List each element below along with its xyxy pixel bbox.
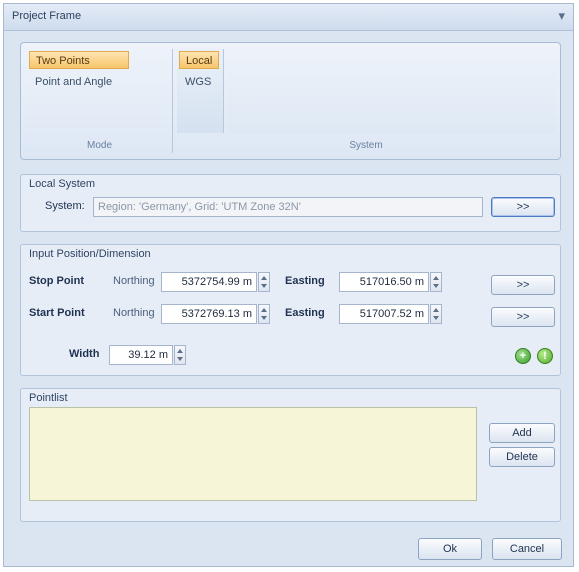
local-system-title: Local System	[29, 178, 96, 190]
info-icon[interactable]: !	[537, 348, 553, 364]
add-point-icon[interactable]: +	[515, 348, 531, 364]
stop-point-browse-button[interactable]: >>	[491, 275, 555, 295]
window-title: Project Frame	[12, 10, 82, 22]
input-position-title: Input Position/Dimension	[29, 248, 151, 260]
mode-two-points[interactable]: Two Points	[29, 51, 129, 69]
start-easting-input[interactable]: 517007.52 m	[339, 304, 429, 324]
start-northing-input[interactable]: 5372769.13 m	[161, 304, 257, 324]
title-bar: Project Frame ▾	[4, 4, 573, 31]
system-browse-button[interactable]: >>	[491, 197, 555, 217]
project-frame-window: Project Frame ▾ Two Points Point and Ang…	[3, 3, 574, 567]
system-area	[227, 49, 555, 133]
window-menu-icon[interactable]: ▾	[558, 8, 565, 24]
start-easting-spinner[interactable]	[430, 304, 442, 324]
start-easting-label: Easting	[285, 307, 325, 319]
system-group: Local WGS System	[177, 49, 555, 153]
system-field[interactable]: Region: 'Germany', Grid: 'UTM Zone 32N'	[93, 197, 483, 217]
stop-point-label: Stop Point	[29, 275, 84, 287]
start-point-browse-button[interactable]: >>	[491, 307, 555, 327]
mode-group: Two Points Point and Angle Mode	[27, 49, 173, 153]
system-local[interactable]: Local	[179, 51, 219, 69]
start-northing-spinner[interactable]	[258, 304, 270, 324]
stop-easting-input[interactable]: 517016.50 m	[339, 272, 429, 292]
add-button[interactable]: Add	[489, 423, 555, 443]
system-group-label: System	[349, 140, 383, 151]
mode-group-label: Mode	[86, 140, 112, 151]
cancel-button[interactable]: Cancel	[492, 538, 562, 560]
pointlist-box[interactable]	[29, 407, 477, 501]
start-northing-label: Northing	[113, 307, 155, 319]
start-point-label: Start Point	[29, 307, 85, 319]
stop-easting-spinner[interactable]	[430, 272, 442, 292]
system-label: System:	[45, 200, 85, 212]
system-wgs[interactable]: WGS	[179, 73, 219, 91]
local-system-panel: Local System System: Region: 'Germany', …	[20, 174, 561, 232]
width-spinner[interactable]	[174, 345, 186, 365]
ok-button[interactable]: Ok	[418, 538, 482, 560]
delete-button[interactable]: Delete	[489, 447, 555, 467]
mode-point-and-angle[interactable]: Point and Angle	[29, 73, 133, 91]
pointlist-panel: Pointlist Add Delete	[20, 388, 561, 522]
system-list: Local WGS	[177, 49, 224, 133]
width-input[interactable]: 39.12 m	[109, 345, 173, 365]
stop-northing-label: Northing	[113, 275, 155, 287]
input-position-panel: Input Position/Dimension Stop Point Nort…	[20, 244, 561, 376]
pointlist-title: Pointlist	[29, 392, 68, 404]
stop-easting-label: Easting	[285, 275, 325, 287]
width-label: Width	[69, 348, 100, 360]
ribbon: Two Points Point and Angle Mode Local WG…	[20, 42, 561, 160]
stop-northing-input[interactable]: 5372754.99 m	[161, 272, 257, 292]
stop-northing-spinner[interactable]	[258, 272, 270, 292]
